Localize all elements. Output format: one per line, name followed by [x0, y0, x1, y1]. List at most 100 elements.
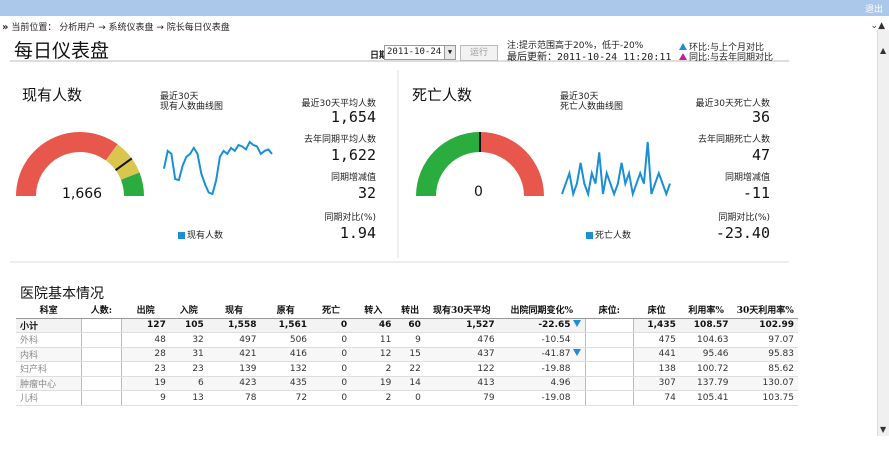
- logout-link[interactable]: 退出: [865, 2, 883, 15]
- table-cell: 肿瘤中心: [16, 376, 82, 391]
- inpatients-ly-label: 去年同期平均人数: [303, 135, 376, 145]
- table-cell: 0: [311, 332, 352, 348]
- date-select[interactable]: 2011-10-24 ▼: [384, 45, 456, 60]
- table-cell: 14: [395, 376, 425, 391]
- panel-divider: [397, 70, 399, 258]
- legend-swatch: [586, 232, 593, 239]
- deaths-diff-label: 同期增减值: [724, 173, 770, 183]
- column-header: 床位:: [585, 302, 634, 319]
- title-divider: [10, 60, 789, 62]
- table-row[interactable]: 外科 48 32 497 506 0 11 9 476 -10.54 475 104.63 97.07: [16, 332, 798, 348]
- change-value: -19.88: [541, 363, 571, 374]
- table-row[interactable]: 妇产科 23 23 139 132 0 2 22 122 -19.88 138 100.72 85.62: [16, 361, 798, 377]
- table-cell: 12: [351, 347, 396, 362]
- table-cell: 0: [311, 347, 352, 362]
- column-header: 转出: [395, 302, 425, 319]
- table-cell: 60: [395, 318, 425, 333]
- triangle-up-blue-icon: [679, 43, 687, 50]
- deaths-ly-label: 去年同期死亡人数: [697, 135, 770, 145]
- table-cell: 122: [424, 361, 499, 377]
- inpatients-avg-value: 1,654: [330, 108, 376, 126]
- inpatients-diff-value: 32: [357, 184, 376, 202]
- table-cell: 79: [424, 390, 499, 406]
- scroll-down-icon[interactable]: ▼: [880, 425, 886, 434]
- table-cell: 127: [121, 318, 170, 333]
- column-header: 入院: [169, 302, 208, 319]
- table-row[interactable]: 儿科 9 13 78 72 0 2 0 79 -19.08 74 105.41 103.75: [16, 390, 798, 406]
- column-header: 床位: [633, 302, 680, 319]
- inpatients-chart-title-line2: 现有人数曲线图: [160, 102, 224, 112]
- page-title: 每日仪表盘: [14, 40, 110, 62]
- table-total-row[interactable]: 小计 127 105 1,558 1,561 0 46 60 1,527 -22.65 1,435 1…: [16, 318, 798, 333]
- table-cell: 139: [207, 361, 261, 377]
- table-cell: 476: [424, 332, 499, 348]
- table-cell: 22: [395, 361, 425, 377]
- inpatients-chart-title-line1: 最近30天: [160, 92, 199, 102]
- run-button[interactable]: 运行: [460, 45, 498, 61]
- table-cell: [584, 361, 634, 377]
- change-value: 4.96: [550, 378, 571, 389]
- table-cell: 74: [633, 390, 680, 406]
- table-cell: -41.87: [498, 347, 586, 362]
- table-cell: 100.72: [679, 361, 733, 377]
- table-cell: [80, 332, 122, 348]
- inpatients-chart-title: 最近30天 现有人数曲线图: [160, 92, 223, 112]
- table-cell: 19: [351, 376, 396, 391]
- inpatients-legend: 现有人数: [178, 228, 223, 241]
- table-cell: 妇产科: [16, 361, 82, 377]
- inpatients-ratio-label: 同期对比(%): [324, 213, 376, 223]
- table-cell: 1,527: [424, 318, 499, 333]
- deaths-sparkline: [561, 141, 671, 198]
- table-cell: [584, 332, 634, 348]
- gauge-segment: [416, 132, 480, 196]
- inpatients-title: 现有人数: [22, 86, 83, 104]
- column-header: 出院同期变化%: [498, 302, 586, 319]
- table-cell: 2: [351, 361, 396, 377]
- hospital-section-title: 医院基本情况: [20, 286, 104, 302]
- table-cell: 23: [169, 361, 208, 377]
- triangle-down-icon: [572, 320, 581, 328]
- legend-swatch: [178, 232, 185, 239]
- table-cell: [584, 347, 634, 362]
- top-bar: 退出: [0, 0, 889, 16]
- deaths-ratio-label: 同期对比(%): [718, 213, 770, 223]
- vertical-scrollbar[interactable]: ▲ ▼: [877, 30, 889, 436]
- table-cell: 102.99: [732, 318, 798, 333]
- breadcrumb-text: 当前位置： 分析用户 → 系统仪表盘 → 院长每日仪表盘: [11, 23, 230, 33]
- scroll-up-icon[interactable]: ▲: [880, 46, 886, 55]
- deaths-panel: 死亡人数 最近30天 死亡人数曲线图 0 死亡人数 最近30天死亡人数 36 去…: [400, 70, 790, 260]
- table-cell: 32: [169, 332, 208, 348]
- inpatients-legend-text: 现有人数: [187, 231, 224, 241]
- table-cell: 97.07: [732, 332, 798, 348]
- table-cell: 137.79: [679, 376, 733, 391]
- table-cell: 132: [260, 361, 312, 377]
- table-cell: 437: [424, 347, 499, 362]
- table-cell: 0: [311, 318, 352, 333]
- table-cell: 内科: [16, 347, 82, 362]
- table-cell: 105.41: [679, 390, 733, 406]
- sparkline-series: [163, 140, 273, 196]
- table-cell: 413: [424, 376, 499, 391]
- table-row[interactable]: 肿瘤中心 19 6 423 435 0 19 14 413 4.96 307 137.79 130.07: [16, 376, 798, 391]
- table-cell: 475: [633, 332, 680, 348]
- deaths-ly-value: 47: [751, 146, 770, 164]
- table-cell: 72: [260, 390, 312, 406]
- table-cell: 1,435: [633, 318, 680, 333]
- deaths-chart-title: 最近30天 死亡人数曲线图: [560, 92, 623, 112]
- triangle-up-magenta-icon: [679, 53, 687, 60]
- column-header: 原有: [260, 302, 312, 319]
- table-cell: 103.75: [732, 390, 798, 406]
- breadcrumb-arrow-icon[interactable]: »: [2, 22, 8, 33]
- deaths-avg-value: 36: [751, 108, 770, 126]
- table-cell: 48: [121, 332, 170, 348]
- column-header: 死亡: [311, 302, 352, 319]
- table-header-row: 科室 人数: 出院 入院 现有 原有 死亡 转入 转出 现有30天平均 出院同期变化% 床位: 床位 利用…: [16, 302, 798, 319]
- deaths-gauge-value: 0: [474, 184, 483, 200]
- table-cell: [584, 318, 634, 333]
- table-cell: [80, 361, 122, 377]
- table-cell: 435: [260, 376, 312, 391]
- table-row[interactable]: 内科 28 31 421 416 0 12 15 437 -41.87 441 95.46 95.83: [16, 347, 798, 362]
- chevron-down-icon[interactable]: ▼: [444, 46, 455, 59]
- table-cell: [80, 318, 122, 333]
- gauge-segment: [480, 132, 544, 196]
